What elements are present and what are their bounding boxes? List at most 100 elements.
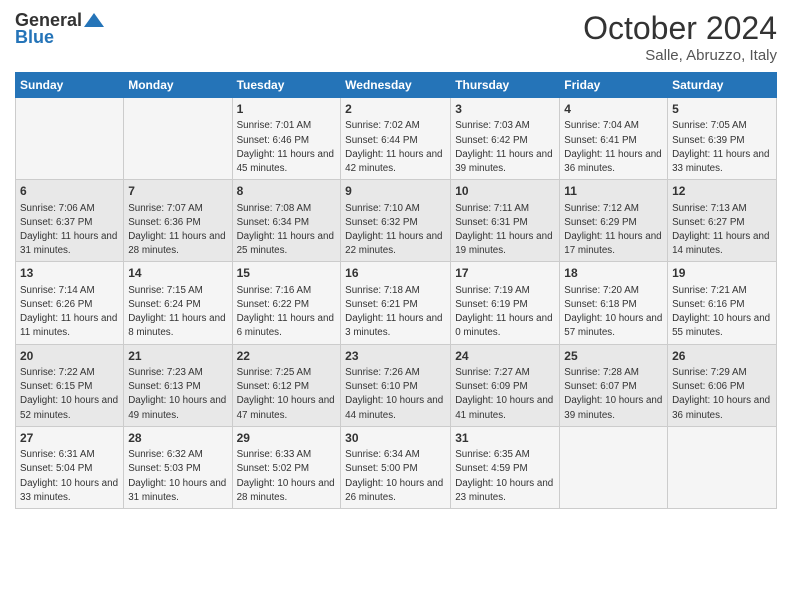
cell-detail: Daylight: 11 hours and 19 minutes.: [455, 230, 555, 258]
calendar-cell: 2Sunrise: 7:02 AMSunset: 6:44 PMDaylight…: [341, 98, 451, 180]
cell-detail: Sunrise: 7:04 AM: [564, 119, 663, 133]
day-number: 17: [455, 265, 555, 282]
calendar-cell: 30Sunrise: 6:34 AMSunset: 5:00 PMDayligh…: [341, 426, 451, 508]
day-number: 23: [345, 348, 446, 365]
calendar-cell: 8Sunrise: 7:08 AMSunset: 6:34 PMDaylight…: [232, 180, 341, 262]
cell-detail: Sunrise: 7:14 AM: [20, 284, 119, 298]
calendar-cell: [16, 98, 124, 180]
cell-detail: Daylight: 10 hours and 57 minutes.: [564, 312, 663, 340]
day-number: 12: [672, 183, 772, 200]
cell-detail: Sunset: 6:22 PM: [237, 298, 337, 312]
header-row: Sunday Monday Tuesday Wednesday Thursday…: [16, 73, 777, 98]
day-number: 18: [564, 265, 663, 282]
day-number: 1: [237, 101, 337, 118]
calendar-cell: 25Sunrise: 7:28 AMSunset: 6:07 PMDayligh…: [560, 344, 668, 426]
cell-detail: Sunrise: 7:07 AM: [128, 202, 227, 216]
cell-detail: Sunrise: 7:27 AM: [455, 366, 555, 380]
day-number: 11: [564, 183, 663, 200]
cell-detail: Sunrise: 7:22 AM: [20, 366, 119, 380]
cell-detail: Sunset: 5:00 PM: [345, 462, 446, 476]
logo-blue-text: Blue: [15, 27, 54, 48]
cell-detail: Sunrise: 7:25 AM: [237, 366, 337, 380]
cell-detail: Sunrise: 7:06 AM: [20, 202, 119, 216]
cell-detail: Sunrise: 7:20 AM: [564, 284, 663, 298]
calendar-table: Sunday Monday Tuesday Wednesday Thursday…: [15, 72, 777, 509]
calendar-week-0: 1Sunrise: 7:01 AMSunset: 6:46 PMDaylight…: [16, 98, 777, 180]
calendar-cell: 28Sunrise: 6:32 AMSunset: 5:03 PMDayligh…: [124, 426, 232, 508]
col-monday: Monday: [124, 73, 232, 98]
cell-detail: Daylight: 11 hours and 36 minutes.: [564, 148, 663, 176]
cell-detail: Sunrise: 6:34 AM: [345, 448, 446, 462]
cell-detail: Sunrise: 7:08 AM: [237, 202, 337, 216]
cell-detail: Daylight: 10 hours and 49 minutes.: [128, 394, 227, 422]
calendar-cell: 5Sunrise: 7:05 AMSunset: 6:39 PMDaylight…: [668, 98, 777, 180]
calendar-cell: 26Sunrise: 7:29 AMSunset: 6:06 PMDayligh…: [668, 344, 777, 426]
cell-detail: Daylight: 11 hours and 14 minutes.: [672, 230, 772, 258]
day-number: 20: [20, 348, 119, 365]
cell-detail: Sunset: 6:29 PM: [564, 216, 663, 230]
calendar-week-3: 20Sunrise: 7:22 AMSunset: 6:15 PMDayligh…: [16, 344, 777, 426]
day-number: 26: [672, 348, 772, 365]
calendar-cell: 7Sunrise: 7:07 AMSunset: 6:36 PMDaylight…: [124, 180, 232, 262]
calendar-cell: 21Sunrise: 7:23 AMSunset: 6:13 PMDayligh…: [124, 344, 232, 426]
month-title: October 2024: [583, 10, 777, 47]
logo: General Blue: [15, 10, 104, 48]
cell-detail: Sunset: 6:39 PM: [672, 134, 772, 148]
cell-detail: Daylight: 11 hours and 0 minutes.: [455, 312, 555, 340]
calendar-week-1: 6Sunrise: 7:06 AMSunset: 6:37 PMDaylight…: [16, 180, 777, 262]
cell-detail: Daylight: 10 hours and 52 minutes.: [20, 394, 119, 422]
calendar-cell: 18Sunrise: 7:20 AMSunset: 6:18 PMDayligh…: [560, 262, 668, 344]
cell-detail: Sunset: 6:21 PM: [345, 298, 446, 312]
day-number: 16: [345, 265, 446, 282]
calendar-cell: 29Sunrise: 6:33 AMSunset: 5:02 PMDayligh…: [232, 426, 341, 508]
day-number: 31: [455, 430, 555, 447]
cell-detail: Sunset: 6:46 PM: [237, 134, 337, 148]
cell-detail: Sunset: 6:36 PM: [128, 216, 227, 230]
calendar-cell: 1Sunrise: 7:01 AMSunset: 6:46 PMDaylight…: [232, 98, 341, 180]
cell-detail: Sunset: 6:10 PM: [345, 380, 446, 394]
cell-detail: Daylight: 11 hours and 22 minutes.: [345, 230, 446, 258]
day-number: 4: [564, 101, 663, 118]
cell-detail: Sunset: 6:09 PM: [455, 380, 555, 394]
day-number: 28: [128, 430, 227, 447]
calendar-cell: 11Sunrise: 7:12 AMSunset: 6:29 PMDayligh…: [560, 180, 668, 262]
cell-detail: Daylight: 10 hours and 28 minutes.: [237, 477, 337, 505]
day-number: 5: [672, 101, 772, 118]
calendar-cell: 23Sunrise: 7:26 AMSunset: 6:10 PMDayligh…: [341, 344, 451, 426]
calendar-week-2: 13Sunrise: 7:14 AMSunset: 6:26 PMDayligh…: [16, 262, 777, 344]
day-number: 21: [128, 348, 227, 365]
col-sunday: Sunday: [16, 73, 124, 98]
calendar-cell: 20Sunrise: 7:22 AMSunset: 6:15 PMDayligh…: [16, 344, 124, 426]
cell-detail: Daylight: 11 hours and 39 minutes.: [455, 148, 555, 176]
cell-detail: Daylight: 10 hours and 44 minutes.: [345, 394, 446, 422]
cell-detail: Sunrise: 7:10 AM: [345, 202, 446, 216]
cell-detail: Daylight: 11 hours and 25 minutes.: [237, 230, 337, 258]
cell-detail: Sunset: 6:19 PM: [455, 298, 555, 312]
cell-detail: Daylight: 11 hours and 11 minutes.: [20, 312, 119, 340]
calendar-cell: 12Sunrise: 7:13 AMSunset: 6:27 PMDayligh…: [668, 180, 777, 262]
cell-detail: Sunset: 6:31 PM: [455, 216, 555, 230]
cell-detail: Sunrise: 7:12 AM: [564, 202, 663, 216]
cell-detail: Daylight: 10 hours and 36 minutes.: [672, 394, 772, 422]
day-number: 22: [237, 348, 337, 365]
cell-detail: Sunrise: 7:29 AM: [672, 366, 772, 380]
day-number: 8: [237, 183, 337, 200]
cell-detail: Daylight: 11 hours and 42 minutes.: [345, 148, 446, 176]
calendar-cell: [124, 98, 232, 180]
cell-detail: Sunset: 6:44 PM: [345, 134, 446, 148]
calendar-cell: [560, 426, 668, 508]
col-wednesday: Wednesday: [341, 73, 451, 98]
day-number: 9: [345, 183, 446, 200]
cell-detail: Daylight: 11 hours and 8 minutes.: [128, 312, 227, 340]
cell-detail: Daylight: 11 hours and 33 minutes.: [672, 148, 772, 176]
cell-detail: Daylight: 10 hours and 31 minutes.: [128, 477, 227, 505]
cell-detail: Daylight: 10 hours and 55 minutes.: [672, 312, 772, 340]
cell-detail: Sunset: 6:27 PM: [672, 216, 772, 230]
cell-detail: Sunset: 6:41 PM: [564, 134, 663, 148]
day-number: 29: [237, 430, 337, 447]
calendar-cell: 17Sunrise: 7:19 AMSunset: 6:19 PMDayligh…: [451, 262, 560, 344]
cell-detail: Sunrise: 7:16 AM: [237, 284, 337, 298]
header: General Blue October 2024 Salle, Abruzzo…: [15, 10, 777, 64]
title-area: October 2024 Salle, Abruzzo, Italy: [583, 10, 777, 64]
cell-detail: Sunset: 6:13 PM: [128, 380, 227, 394]
